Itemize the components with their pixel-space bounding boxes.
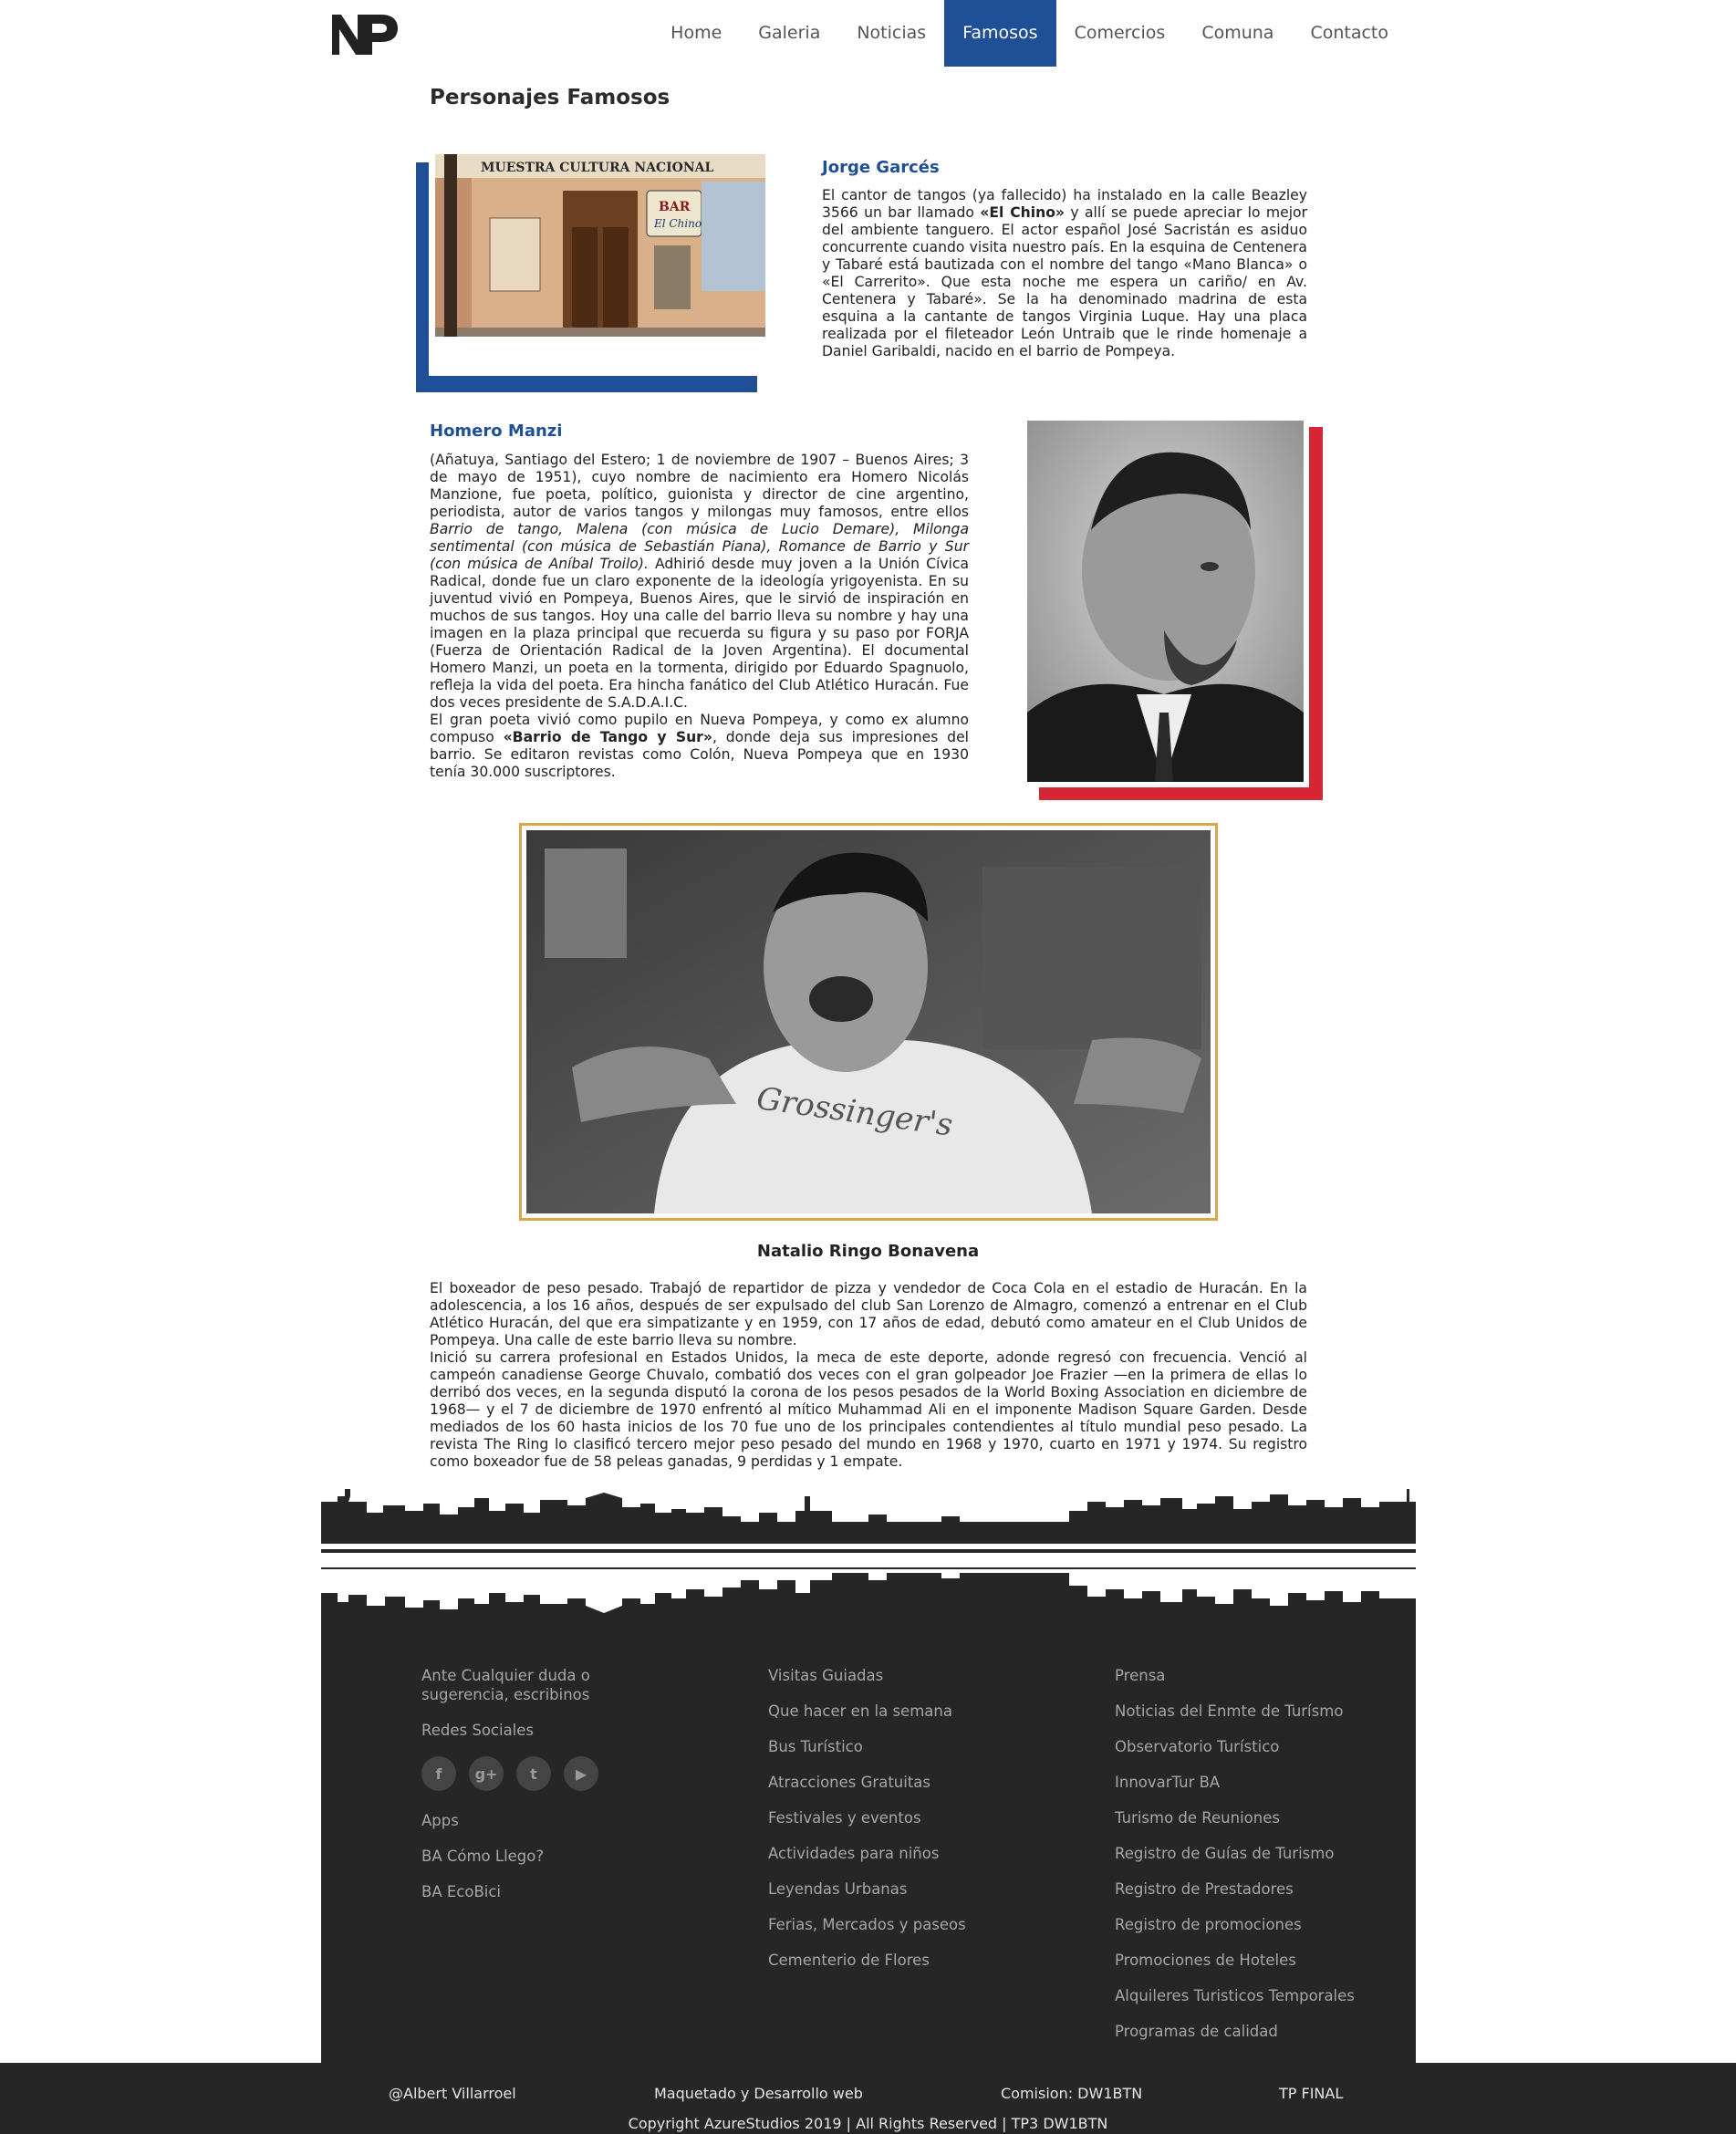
footer-social-label: Redes Sociales bbox=[421, 1722, 535, 1739]
city-skyline-illustration bbox=[321, 1485, 1416, 1631]
footer-link[interactable]: Leyendas Urbanas bbox=[768, 1879, 966, 1899]
footer-link[interactable]: Alquileres Turisticos Temporales bbox=[1115, 1986, 1355, 2005]
bio-paragraph: Inició su carrera profesional en Estados… bbox=[430, 1349, 1307, 1470]
nav-home[interactable]: Home bbox=[652, 0, 740, 67]
tp-label: TP FINAL bbox=[1279, 2085, 1344, 2102]
footer-link[interactable]: Programas de calidad bbox=[1115, 2022, 1355, 2041]
footer-link[interactable]: InnovarTur BA bbox=[1115, 1773, 1355, 1792]
bio-paragraph: El boxeador de peso pesado. Trabajó de r… bbox=[430, 1280, 1307, 1348]
bottom-bar: @Albert Villarroel Maquetado y Desarroll… bbox=[0, 2063, 1736, 2134]
sign-el-chino: El Chino bbox=[653, 217, 702, 230]
sign-bar: BAR bbox=[659, 200, 691, 214]
twitter-icon[interactable]: t bbox=[516, 1756, 551, 1791]
footer-link[interactable]: Ferias, Mercados y paseos bbox=[768, 1915, 966, 1934]
nav-comuna[interactable]: Comuna bbox=[1183, 0, 1292, 67]
footer-link[interactable]: Registro de Prestadores bbox=[1115, 1879, 1355, 1899]
nav-contacto[interactable]: Contacto bbox=[1292, 0, 1407, 67]
footer-link[interactable]: Visitas Guiadas bbox=[768, 1666, 966, 1685]
person-bio-homero-manzi: (Añatuya, Santiago del Estero; 1 de novi… bbox=[430, 452, 970, 780]
footer-column-tourism: Visitas Guiadas Que hacer en la semana B… bbox=[768, 1666, 966, 1986]
copyright: Copyright AzureStudios 2019 | All Rights… bbox=[628, 2115, 1108, 2132]
footer-link[interactable]: Registro de promociones bbox=[1115, 1915, 1355, 1934]
comision-label: Comision: DW1BTN bbox=[1001, 2085, 1143, 2102]
footer-link[interactable]: Promociones de Hoteles bbox=[1115, 1951, 1355, 1970]
nav-comercios[interactable]: Comercios bbox=[1056, 0, 1184, 67]
footer-contact-text[interactable]: Ante Cualquier duda o sugerencia, escrib… bbox=[421, 1666, 622, 1704]
logo-mark bbox=[332, 15, 398, 55]
facebook-icon[interactable]: f bbox=[421, 1756, 456, 1791]
footer-link[interactable]: Registro de Guías de Turismo bbox=[1115, 1844, 1355, 1863]
footer-column-press: Prensa Noticias del Enmte de Turísmo Obs… bbox=[1115, 1666, 1355, 2057]
google-plus-icon[interactable]: g+ bbox=[469, 1756, 504, 1791]
author-credit: @Albert Villarroel bbox=[389, 2085, 516, 2102]
nav-noticias[interactable]: Noticias bbox=[838, 0, 944, 67]
footer-link-ba-ecobici[interactable]: BA EcoBici bbox=[421, 1882, 622, 1901]
footer-link[interactable]: Que hacer en la semana bbox=[768, 1702, 966, 1721]
person-name-jorge-garces: Jorge Garcés bbox=[822, 158, 940, 177]
nav-galeria[interactable]: Galeria bbox=[740, 0, 838, 67]
footer-apps-label: Apps bbox=[421, 1812, 459, 1829]
logo[interactable] bbox=[330, 11, 400, 57]
footer-link[interactable]: Bus Turístico bbox=[768, 1737, 966, 1756]
footer-link-ba-como-llego[interactable]: BA Cómo Llego? bbox=[421, 1847, 622, 1866]
footer-link[interactable]: Noticias del Enmte de Turísmo bbox=[1115, 1702, 1355, 1721]
person-bio-ringo-bonavena: El boxeador de peso pesado. Trabajó de r… bbox=[430, 1280, 1307, 1471]
footer-link[interactable]: Observatorio Turístico bbox=[1115, 1737, 1355, 1756]
homero-manzi-photo bbox=[1022, 415, 1309, 787]
main-nav: Home Galeria Noticias Famosos Comercios … bbox=[652, 0, 1407, 67]
footer-link[interactable]: Turismo de Reuniones bbox=[1115, 1808, 1355, 1827]
footer-link[interactable]: Atracciones Gratuitas bbox=[768, 1773, 966, 1792]
footer-link[interactable]: Prensa bbox=[1115, 1666, 1355, 1685]
social-links: f g+ t ▶ bbox=[421, 1756, 622, 1791]
footer-link[interactable]: Cementerio de Flores bbox=[768, 1951, 966, 1970]
sign-cultura: MUESTRA CULTURA NACIONAL bbox=[481, 161, 714, 175]
ringo-bonavena-photo: Grossinger's bbox=[519, 823, 1218, 1221]
person-name-ringo-bonavena: Natalio Ringo Bonavena bbox=[756, 1242, 980, 1261]
footer-link[interactable]: Actividades para niños bbox=[768, 1844, 966, 1863]
nav-famosos[interactable]: Famosos bbox=[944, 0, 1056, 67]
footer-link[interactable]: Festivales y eventos bbox=[768, 1808, 966, 1827]
bar-el-chino-photo: MUESTRA CULTURA NACIONAL BAR El Chino bbox=[429, 148, 772, 376]
made-by-credit: Maquetado y Desarrollo web bbox=[654, 2085, 863, 2102]
person-bio-jorge-garces: El cantor de tangos (ya fallecido) ha in… bbox=[822, 187, 1308, 359]
footer-column-contact: Ante Cualquier duda o sugerencia, escrib… bbox=[421, 1666, 622, 1918]
youtube-icon[interactable]: ▶ bbox=[564, 1756, 598, 1791]
page-title: Personajes Famosos bbox=[430, 86, 670, 109]
person-name-homero-manzi: Homero Manzi bbox=[430, 422, 563, 441]
